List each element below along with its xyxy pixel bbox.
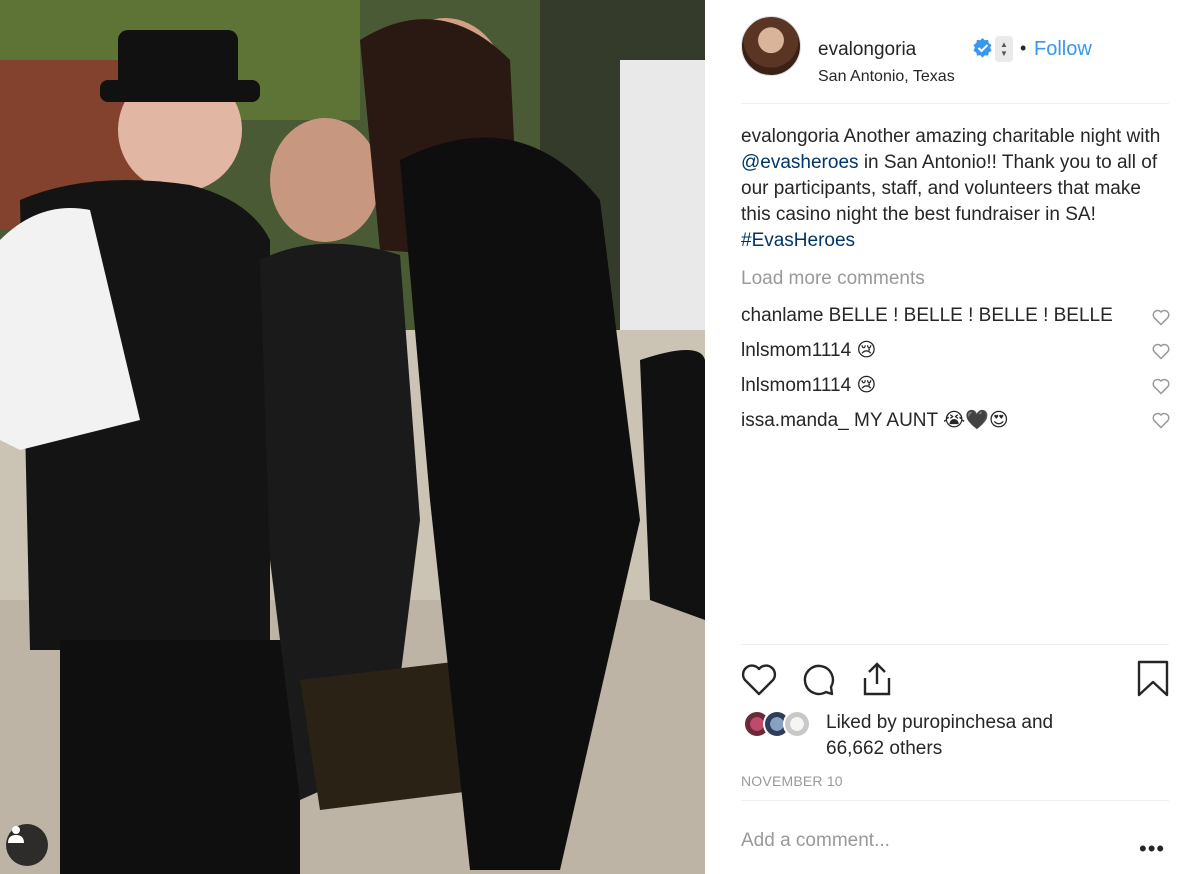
actions-divider [741, 644, 1169, 645]
load-more-comments-button[interactable]: Load more comments [741, 268, 925, 290]
comment-item: lnlsmom1114 😢 [741, 339, 1171, 363]
comment-text: 😢 [856, 340, 877, 361]
post-date[interactable]: NOVEMBER 10 [741, 773, 843, 789]
verified-badge-icon [973, 38, 992, 58]
author-avatar[interactable] [741, 16, 801, 76]
caption-hashtag-link[interactable]: #EvasHeroes [741, 230, 855, 251]
caption-username[interactable]: evalongoria [741, 126, 839, 147]
caption-mention-link[interactable]: @evasheroes [741, 152, 859, 173]
post-photo[interactable] [0, 0, 705, 874]
comment-username[interactable]: lnlsmom1114 [741, 340, 851, 361]
comment-item: issa.manda_ MY AUNT 😭🖤😍 [741, 408, 1171, 432]
comment-username[interactable]: chanlame [741, 305, 823, 326]
avatar [783, 710, 811, 738]
share-icon[interactable] [857, 660, 897, 698]
caption-text-1: Another amazing charitable night with [843, 126, 1161, 147]
likes-line-1: Liked by puropinchesa and [826, 712, 1054, 733]
heart-icon[interactable] [1151, 307, 1171, 327]
comment-username[interactable]: lnlsmom1114 [741, 375, 851, 396]
heart-icon[interactable] [1151, 410, 1171, 430]
post-header: evalongoria ▲ ▼ • Follow San Antonio, Tex… [741, 16, 1169, 104]
user-tag-button[interactable] [6, 824, 48, 866]
post-side-panel: evalongoria ▲ ▼ • Follow San Antonio, Tex… [705, 0, 1200, 874]
add-comment-input[interactable]: Add a comment... [741, 830, 890, 852]
liked-by-avatars[interactable] [743, 710, 823, 740]
like-heart-icon[interactable] [739, 660, 779, 698]
likes-summary[interactable]: Liked by puropinchesa and 66,662 others [826, 710, 1053, 762]
comment-bubble-icon[interactable] [799, 660, 839, 698]
comment-item: chanlame BELLE ! BELLE ! BELLE ! BELLE [741, 305, 1171, 329]
follow-button[interactable]: Follow [1034, 38, 1092, 61]
photo-illustration [0, 0, 705, 874]
author-username[interactable]: evalongoria [818, 39, 916, 61]
separator-dot: • [1020, 38, 1027, 58]
comment-item: lnlsmom1114 😢 [741, 374, 1171, 398]
bookmark-icon[interactable] [1135, 660, 1171, 698]
post-caption: evalongoria Another amazing charitable n… [741, 124, 1173, 254]
more-options-icon[interactable]: ••• [1139, 836, 1165, 862]
chevron-updown-icon[interactable]: ▲ ▼ [995, 36, 1013, 62]
comment-text: BELLE ! BELLE ! BELLE ! BELLE [828, 305, 1113, 326]
comment-text: 😢 [856, 375, 877, 396]
heart-icon[interactable] [1151, 341, 1171, 361]
likes-line-2: 66,662 others [826, 738, 943, 759]
heart-icon[interactable] [1151, 376, 1171, 396]
person-icon [8, 826, 24, 843]
post-location[interactable]: San Antonio, Texas [818, 68, 955, 86]
comment-text: MY AUNT 😭🖤😍 [854, 410, 1009, 431]
comment-divider [741, 800, 1169, 801]
comment-username[interactable]: issa.manda_ [741, 410, 849, 431]
